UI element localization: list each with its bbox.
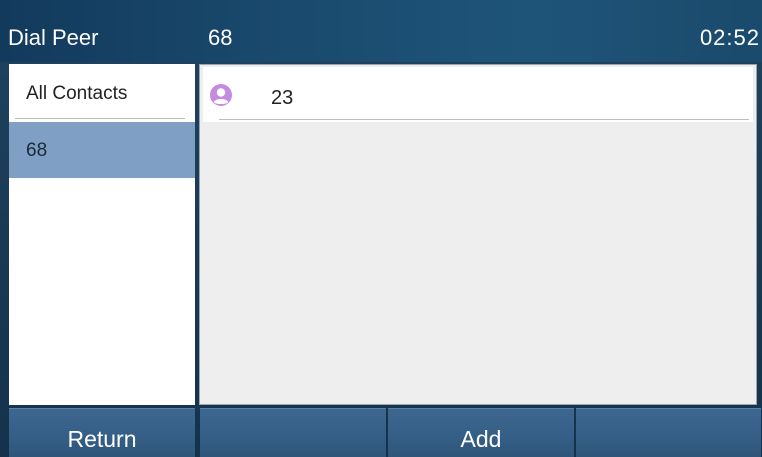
divider bbox=[219, 119, 749, 120]
title-bar: Dial Peer 68 02:52 bbox=[0, 0, 762, 62]
group-item-all-contacts[interactable]: All Contacts bbox=[9, 65, 195, 121]
return-softkey[interactable]: Return bbox=[9, 408, 195, 457]
person-avatar-icon bbox=[209, 83, 233, 107]
group-title: 68 bbox=[208, 25, 233, 50]
empty-softkey-4[interactable] bbox=[576, 408, 761, 457]
divider bbox=[15, 118, 185, 119]
empty-softkey-2[interactable] bbox=[200, 408, 386, 457]
app-title: Dial Peer bbox=[8, 25, 99, 50]
group-item-label: All Contacts bbox=[26, 83, 128, 104]
group-item-68[interactable]: 68 bbox=[9, 122, 195, 178]
contact-list: 23 bbox=[199, 64, 757, 405]
group-item-label: 68 bbox=[26, 140, 48, 161]
contact-name: 23 bbox=[271, 87, 294, 109]
group-list: All Contacts 68 bbox=[9, 64, 195, 405]
add-softkey[interactable]: Add bbox=[388, 408, 574, 457]
phone-screen: Dial Peer 68 02:52 All Contacts 68 23 Re bbox=[0, 0, 762, 457]
softkey-bar: Return Add bbox=[9, 408, 761, 457]
contact-row[interactable]: 23 bbox=[203, 67, 753, 122]
clock: 02:52 bbox=[699, 25, 760, 50]
